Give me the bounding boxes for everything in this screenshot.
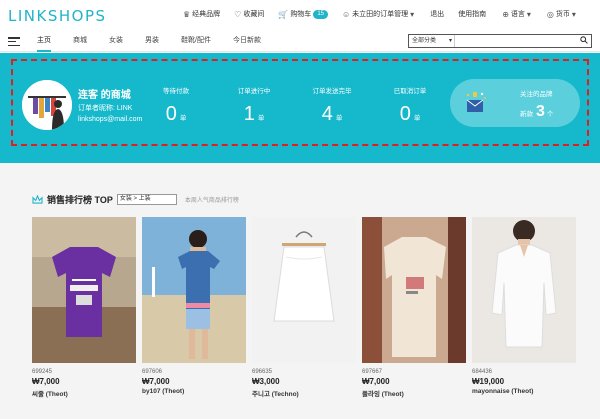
product-card[interactable]: 696635 ₩3,000 주니고 (Techno) [252, 217, 356, 398]
cart-icon: 🛒 [278, 9, 289, 19]
logo[interactable]: LINKSHOPS [8, 7, 107, 25]
product-card[interactable]: 684436 ₩19,000 mayonnaise (Theot) [472, 217, 576, 398]
top-bar: LINKSHOPS ♛ 经典品牌 ♡ 收藏间 🛒 购物车 15 ☺ 未立田的订单管理 ▾ 退… [0, 0, 600, 30]
cart-count-badge: 15 [313, 9, 328, 19]
menu-icon[interactable] [8, 37, 20, 46]
avatar[interactable] [22, 80, 72, 130]
buyer-nickname: 订单者昵称: LINK [78, 105, 133, 112]
chevron-down-icon: ▾ [410, 9, 415, 19]
account-summary-band: 连客 的商城 订单者昵称: LINK linkshops@mail.com 等待… [0, 53, 600, 163]
chevron-down-icon: ▾ [526, 9, 531, 19]
globe-icon: ⊕ [502, 9, 509, 19]
tab-women[interactable]: 女装 [109, 30, 123, 52]
tab-new-today[interactable]: 今日新款 [233, 30, 261, 52]
product-card[interactable]: 699245 ₩7,000 씨줄 (Theot) [32, 217, 136, 398]
user-icon: ☺ [342, 9, 351, 19]
ranking-note: 本周人气商品排行榜 [184, 198, 239, 204]
stat-awaiting-payment[interactable]: 等待付款 0单 [144, 85, 208, 126]
tab-shoes-accessories[interactable]: 鞋靴/配件 [181, 30, 211, 52]
search-icon[interactable] [577, 36, 591, 46]
mailbox-icon [466, 92, 486, 112]
crown-icon: ♛ [183, 9, 191, 19]
ranking-header: 销售排行榜 TOP 女装 > 上装 本周人气商品排行榜 [32, 193, 239, 206]
tab-men[interactable]: 男装 [145, 30, 159, 52]
search-category-select[interactable]: 全部分类 ▾ [409, 35, 455, 47]
chevron-down-icon: ▾ [448, 38, 452, 44]
search-bar: 全部分类 ▾ [408, 34, 592, 48]
top-links: ♛ 经典品牌 ♡ 收藏间 🛒 购物车 15 ☺ 未立田的订单管理 ▾ 退出 使用指南 ⊕ 语言… [183, 9, 592, 19]
chevron-down-icon: ▾ [571, 9, 576, 19]
new-count: 3 [536, 103, 545, 120]
shop-email: linkshops@mail.com [78, 116, 143, 123]
crown-icon [32, 195, 43, 204]
product-card[interactable]: 697606 ₩7,000 by107 (Theot) [142, 217, 246, 398]
tab-home[interactable]: 主页 [37, 30, 51, 52]
nav-tabs: 主页 商城 女装 男装 鞋靴/配件 今日新款 [37, 30, 283, 52]
toplink-cart[interactable]: 🛒 购物车 15 [278, 9, 328, 19]
shop-name: 连客 的商城 [78, 90, 131, 101]
product-image[interactable] [362, 217, 466, 363]
toplink-currency[interactable]: ◎ 货币 ▾ [547, 9, 578, 19]
ranking-category-select[interactable]: 女装 > 上装 [116, 194, 177, 205]
followed-brands-card[interactable]: 关注的品牌 新款 3 个 [450, 79, 580, 127]
stat-shipped[interactable]: 订单发送完毕 4单 [300, 85, 364, 126]
toplink-orders[interactable]: ☺ 未立田的订单管理 ▾ [342, 9, 416, 19]
heart-icon: ♡ [234, 9, 242, 19]
ranking-title: 销售排行榜 TOP [47, 195, 113, 205]
product-image[interactable] [472, 217, 576, 363]
toplink-favorites[interactable]: ♡ 收藏间 [234, 9, 264, 19]
product-card[interactable]: 697667 ₩7,000 플라잉 (Theot) [362, 217, 466, 398]
currency-icon: ◎ [546, 9, 554, 19]
main-nav: 主页 商城 女装 男装 鞋靴/配件 今日新款 全部分类 ▾ [0, 30, 600, 52]
toplink-logout[interactable]: 退出 [430, 9, 444, 19]
toplink-guide[interactable]: 使用指南 [458, 9, 486, 19]
product-list: 699245 ₩7,000 씨줄 (Theot) 697606 ₩7,000 b… [32, 217, 582, 398]
search-input[interactable] [455, 35, 577, 47]
product-image[interactable] [32, 217, 136, 363]
stat-cancelled[interactable]: 已取消订单 0单 [378, 85, 442, 126]
product-image[interactable] [142, 217, 246, 363]
toplink-brands[interactable]: ♛ 经典品牌 [183, 9, 220, 19]
stat-in-progress[interactable]: 订单进行中 1单 [222, 85, 286, 126]
tab-mall[interactable]: 商城 [73, 30, 87, 52]
product-image[interactable] [252, 217, 356, 363]
toplink-language[interactable]: ⊕ 语言 ▾ [502, 9, 533, 19]
